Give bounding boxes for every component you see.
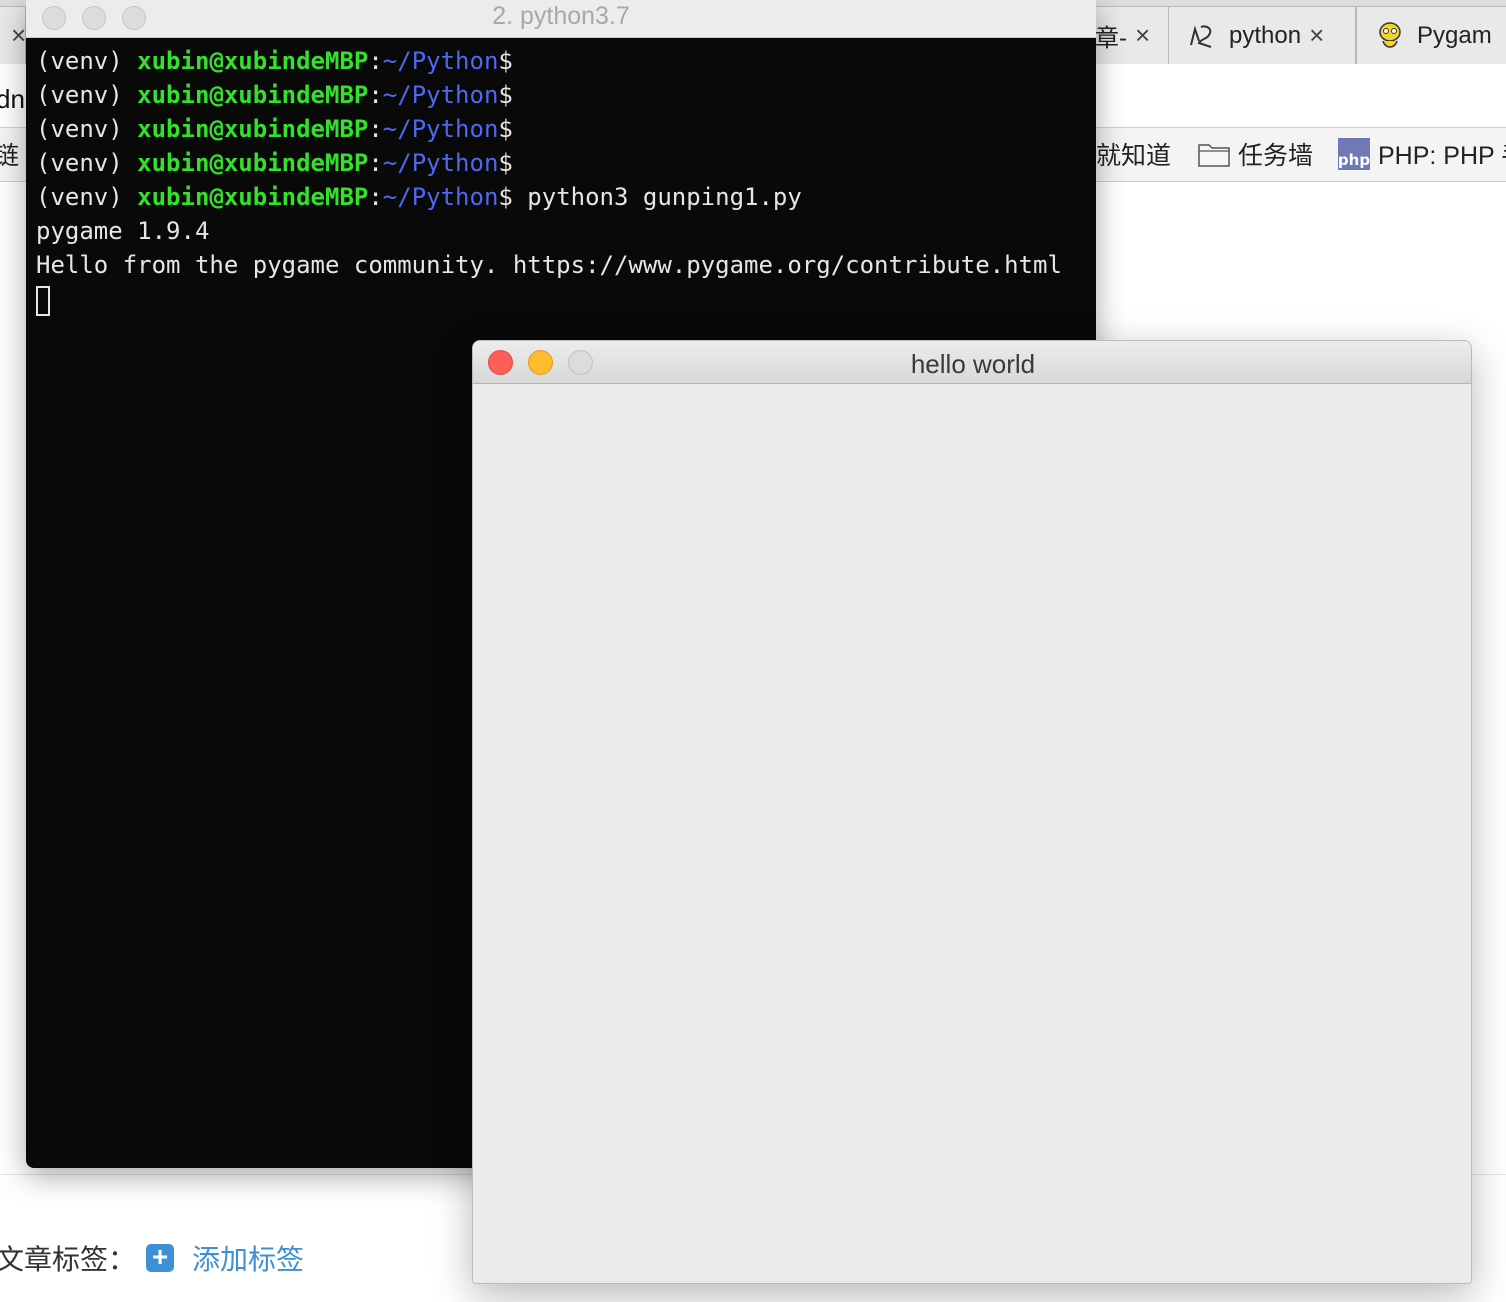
tab-close-icon[interactable]: ×: [11, 20, 25, 51]
terminal-prompt-line: (venv) xubin@xubindeMBP:~/Python$: [36, 78, 1086, 112]
terminal-title-bar[interactable]: 2. python3.7: [26, 0, 1096, 38]
bookmark-label: 任务墙: [1238, 142, 1314, 170]
prompt-dollar: $: [498, 81, 513, 109]
terminal-command: python3 gunping1.py: [512, 183, 802, 211]
browser-tab-partial-left[interactable]: ×: [0, 6, 26, 64]
prompt-user-host: xubin@xubindeMBP: [137, 149, 369, 177]
prompt-user-host: xubin@xubindeMBP: [137, 183, 369, 211]
prompt-dollar: $: [498, 47, 513, 75]
browser-tab-pygame[interactable]: Pygam: [1356, 6, 1506, 64]
prompt-venv: (venv): [36, 81, 138, 109]
prompt-path: ~/Python: [382, 47, 499, 75]
prompt-separator: :: [368, 47, 383, 75]
prompt-separator: :: [368, 81, 383, 109]
bookmark-php-manual[interactable]: php PHP: PHP 手: [1338, 136, 1506, 172]
tab-close-icon[interactable]: ×: [1135, 20, 1150, 51]
prompt-venv: (venv): [36, 47, 138, 75]
prompt-dollar: $: [498, 183, 513, 211]
prompt-user-host: xubin@xubindeMBP: [137, 47, 369, 75]
browser-tab-python[interactable]: python ×: [1168, 6, 1356, 64]
bookmark-zhidao[interactable]: 就知道: [1096, 136, 1171, 172]
bookmark-label: 就知道: [1096, 142, 1172, 170]
prompt-path: ~/Python: [382, 183, 499, 211]
desktop: × 章- × python × Pygam dn. 链 就知道 任务墙 php …: [0, 0, 1506, 1302]
terminal-cursor: [36, 286, 50, 316]
php-icon: php: [1338, 138, 1370, 170]
prompt-dollar: $: [498, 149, 513, 177]
plus-icon: +: [146, 1243, 174, 1272]
add-tag-button[interactable]: + 添加标签: [146, 1238, 304, 1278]
bookmark-task-wall[interactable]: 任务墙: [1198, 136, 1313, 172]
tab-label: 章-: [1095, 25, 1127, 52]
terminal-prompt-line: (venv) xubin@xubindeMBP:~/Python$: [36, 44, 1086, 78]
tab-label: Pygam: [1417, 21, 1492, 49]
pygame-window-title: hello world: [910, 349, 1036, 379]
prompt-path: ~/Python: [382, 81, 499, 109]
prompt-user-host: xubin@xubindeMBP: [137, 81, 369, 109]
prompt-separator: :: [368, 183, 383, 211]
terminal-output-line: Hello from the pygame community. https:/…: [36, 251, 1062, 279]
prompt-venv: (venv): [36, 115, 138, 143]
pygame-title-bar[interactable]: hello world: [473, 341, 1471, 384]
pygame-canvas[interactable]: [473, 384, 1471, 1283]
terminal-prompt-line: (venv) xubin@xubindeMBP:~/Python$: [36, 112, 1086, 146]
terminal-prompt-line: (venv) xubin@xubindeMBP:~/Python$ python…: [36, 180, 1086, 214]
prompt-venv: (venv): [36, 149, 138, 177]
prompt-dollar: $: [498, 115, 513, 143]
folder-icon: [1198, 144, 1230, 167]
terminal-title: 2. python3.7: [492, 2, 630, 30]
article-tags-label: 文章标签：: [0, 1244, 137, 1275]
prompt-separator: :: [368, 115, 383, 143]
terminal-cursor-line: [36, 282, 1086, 316]
tab-label: python: [1229, 21, 1302, 49]
pygame-window[interactable]: hello world: [472, 340, 1472, 1284]
add-tag-label: 添加标签: [192, 1244, 305, 1275]
bookmark-label: 链: [0, 142, 20, 170]
bookmark-label: PHP: PHP 手: [1378, 142, 1506, 170]
prompt-separator: :: [368, 149, 383, 177]
bookmark-partial[interactable]: 链: [0, 136, 19, 172]
prompt-venv: (venv): [36, 183, 138, 211]
prompt-user-host: xubin@xubindeMBP: [137, 115, 369, 143]
tab-close-icon[interactable]: ×: [1309, 20, 1324, 51]
python-site-icon: [1190, 24, 1212, 48]
terminal-output[interactable]: (venv) xubin@xubindeMBP:~/Python$ (venv) …: [36, 44, 1086, 316]
pygame-snake-icon: [1379, 21, 1401, 48]
terminal-output-line: pygame 1.9.4: [36, 217, 210, 245]
prompt-path: ~/Python: [382, 115, 499, 143]
terminal-prompt-line: (venv) xubin@xubindeMBP:~/Python$: [36, 146, 1086, 180]
prompt-path: ~/Python: [382, 149, 499, 177]
